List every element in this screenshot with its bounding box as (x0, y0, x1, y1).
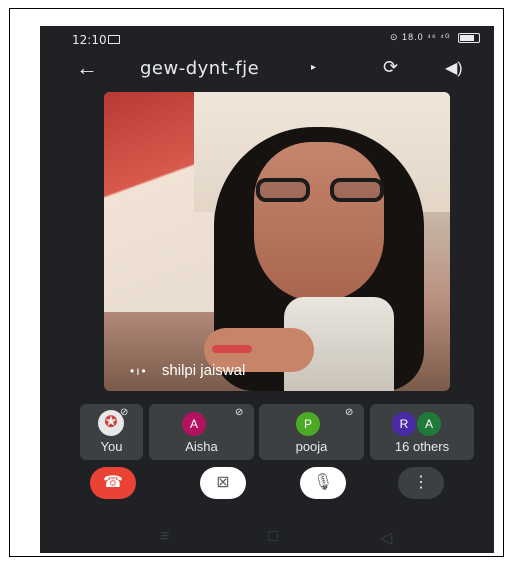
participant-label: pooja (295, 439, 328, 454)
meeting-info-caret-icon[interactable]: ▸ (311, 62, 316, 73)
back-arrow-icon[interactable]: ← (76, 56, 98, 80)
video-person-nails (212, 345, 252, 353)
mic-off-icon: 🎙 (312, 474, 334, 491)
battery-icon (458, 32, 480, 43)
participant-label: You (100, 439, 123, 454)
mic-off-icon: ⊘ (345, 407, 354, 418)
meeting-top-bar: ← gew-dynt-fje ▸ ⟳ ◀) (40, 54, 494, 86)
status-indicators-text: ⊙ 18.0 ⁴⁶ ⁴ᴳ (390, 32, 451, 42)
status-time: 12:10 (72, 33, 107, 47)
speaker-name-tag: •ı• shilpi jaiswal (130, 362, 245, 379)
participant-strip: ✪ ⊘ You A ⊘ Aisha P ⊘ pooja R A 16 other… (80, 404, 474, 462)
mic-toggle-button[interactable]: 🎙 (300, 467, 346, 499)
participant-tile-pooja[interactable]: P ⊘ pooja (259, 404, 364, 460)
system-nav-bar: ≡ □ ◁ (40, 524, 494, 553)
camera-toggle-button[interactable]: ⊠ (200, 467, 246, 499)
avatar: A (417, 412, 441, 436)
participant-tile-aisha[interactable]: A ⊘ Aisha (149, 404, 254, 460)
video-person-face (254, 142, 384, 302)
nav-back-icon[interactable]: ◁ (380, 528, 392, 548)
mic-off-icon: ⊘ (120, 407, 129, 418)
avatar: R (392, 412, 416, 436)
audio-level-icon: •ı• (130, 364, 148, 378)
more-vert-icon: ⋮ (413, 474, 429, 491)
end-call-button[interactable]: ☎ (90, 467, 136, 499)
more-options-button[interactable]: ⋮ (398, 467, 444, 499)
mic-off-icon: ⊘ (235, 407, 244, 418)
status-bar: 12:10 ⊙ 18.0 ⁴⁶ ⁴ᴳ (40, 26, 494, 52)
screenshot-frame: 12:10 ⊙ 18.0 ⁴⁶ ⁴ᴳ ← gew-dynt-fje ▸ ⟳ ◀) (9, 8, 504, 557)
call-controls: ☎ ⊠ 🎙 ⋮ (40, 467, 494, 513)
recent-apps-icon[interactable]: ≡ (160, 528, 169, 546)
home-icon[interactable]: □ (268, 528, 278, 546)
meeting-code[interactable]: gew-dynt-fje (140, 58, 259, 79)
cast-icon (108, 35, 120, 44)
switch-camera-icon[interactable]: ⟳ (383, 57, 398, 78)
speaker-name: shilpi jaiswal (161, 362, 246, 379)
participant-label: Aisha (185, 439, 218, 454)
avatar: A (182, 412, 206, 436)
end-call-icon: ☎ (103, 474, 123, 491)
status-indicators: ⊙ 18.0 ⁴⁶ ⁴ᴳ (390, 32, 480, 43)
video-person-glasses (256, 178, 384, 204)
speaker-icon[interactable]: ◀) (445, 58, 463, 78)
avatar: P (296, 412, 320, 436)
participant-tile-others[interactable]: R A 16 others (370, 404, 474, 460)
participant-label: 16 others (394, 439, 450, 454)
camera-off-icon: ⊠ (216, 474, 230, 491)
phone-screen: 12:10 ⊙ 18.0 ⁴⁶ ⁴ᴳ ← gew-dynt-fje ▸ ⟳ ◀) (40, 26, 494, 553)
main-video-feed[interactable]: •ı• shilpi jaiswal (104, 92, 450, 391)
participant-tile-you[interactable]: ✪ ⊘ You (80, 404, 143, 460)
